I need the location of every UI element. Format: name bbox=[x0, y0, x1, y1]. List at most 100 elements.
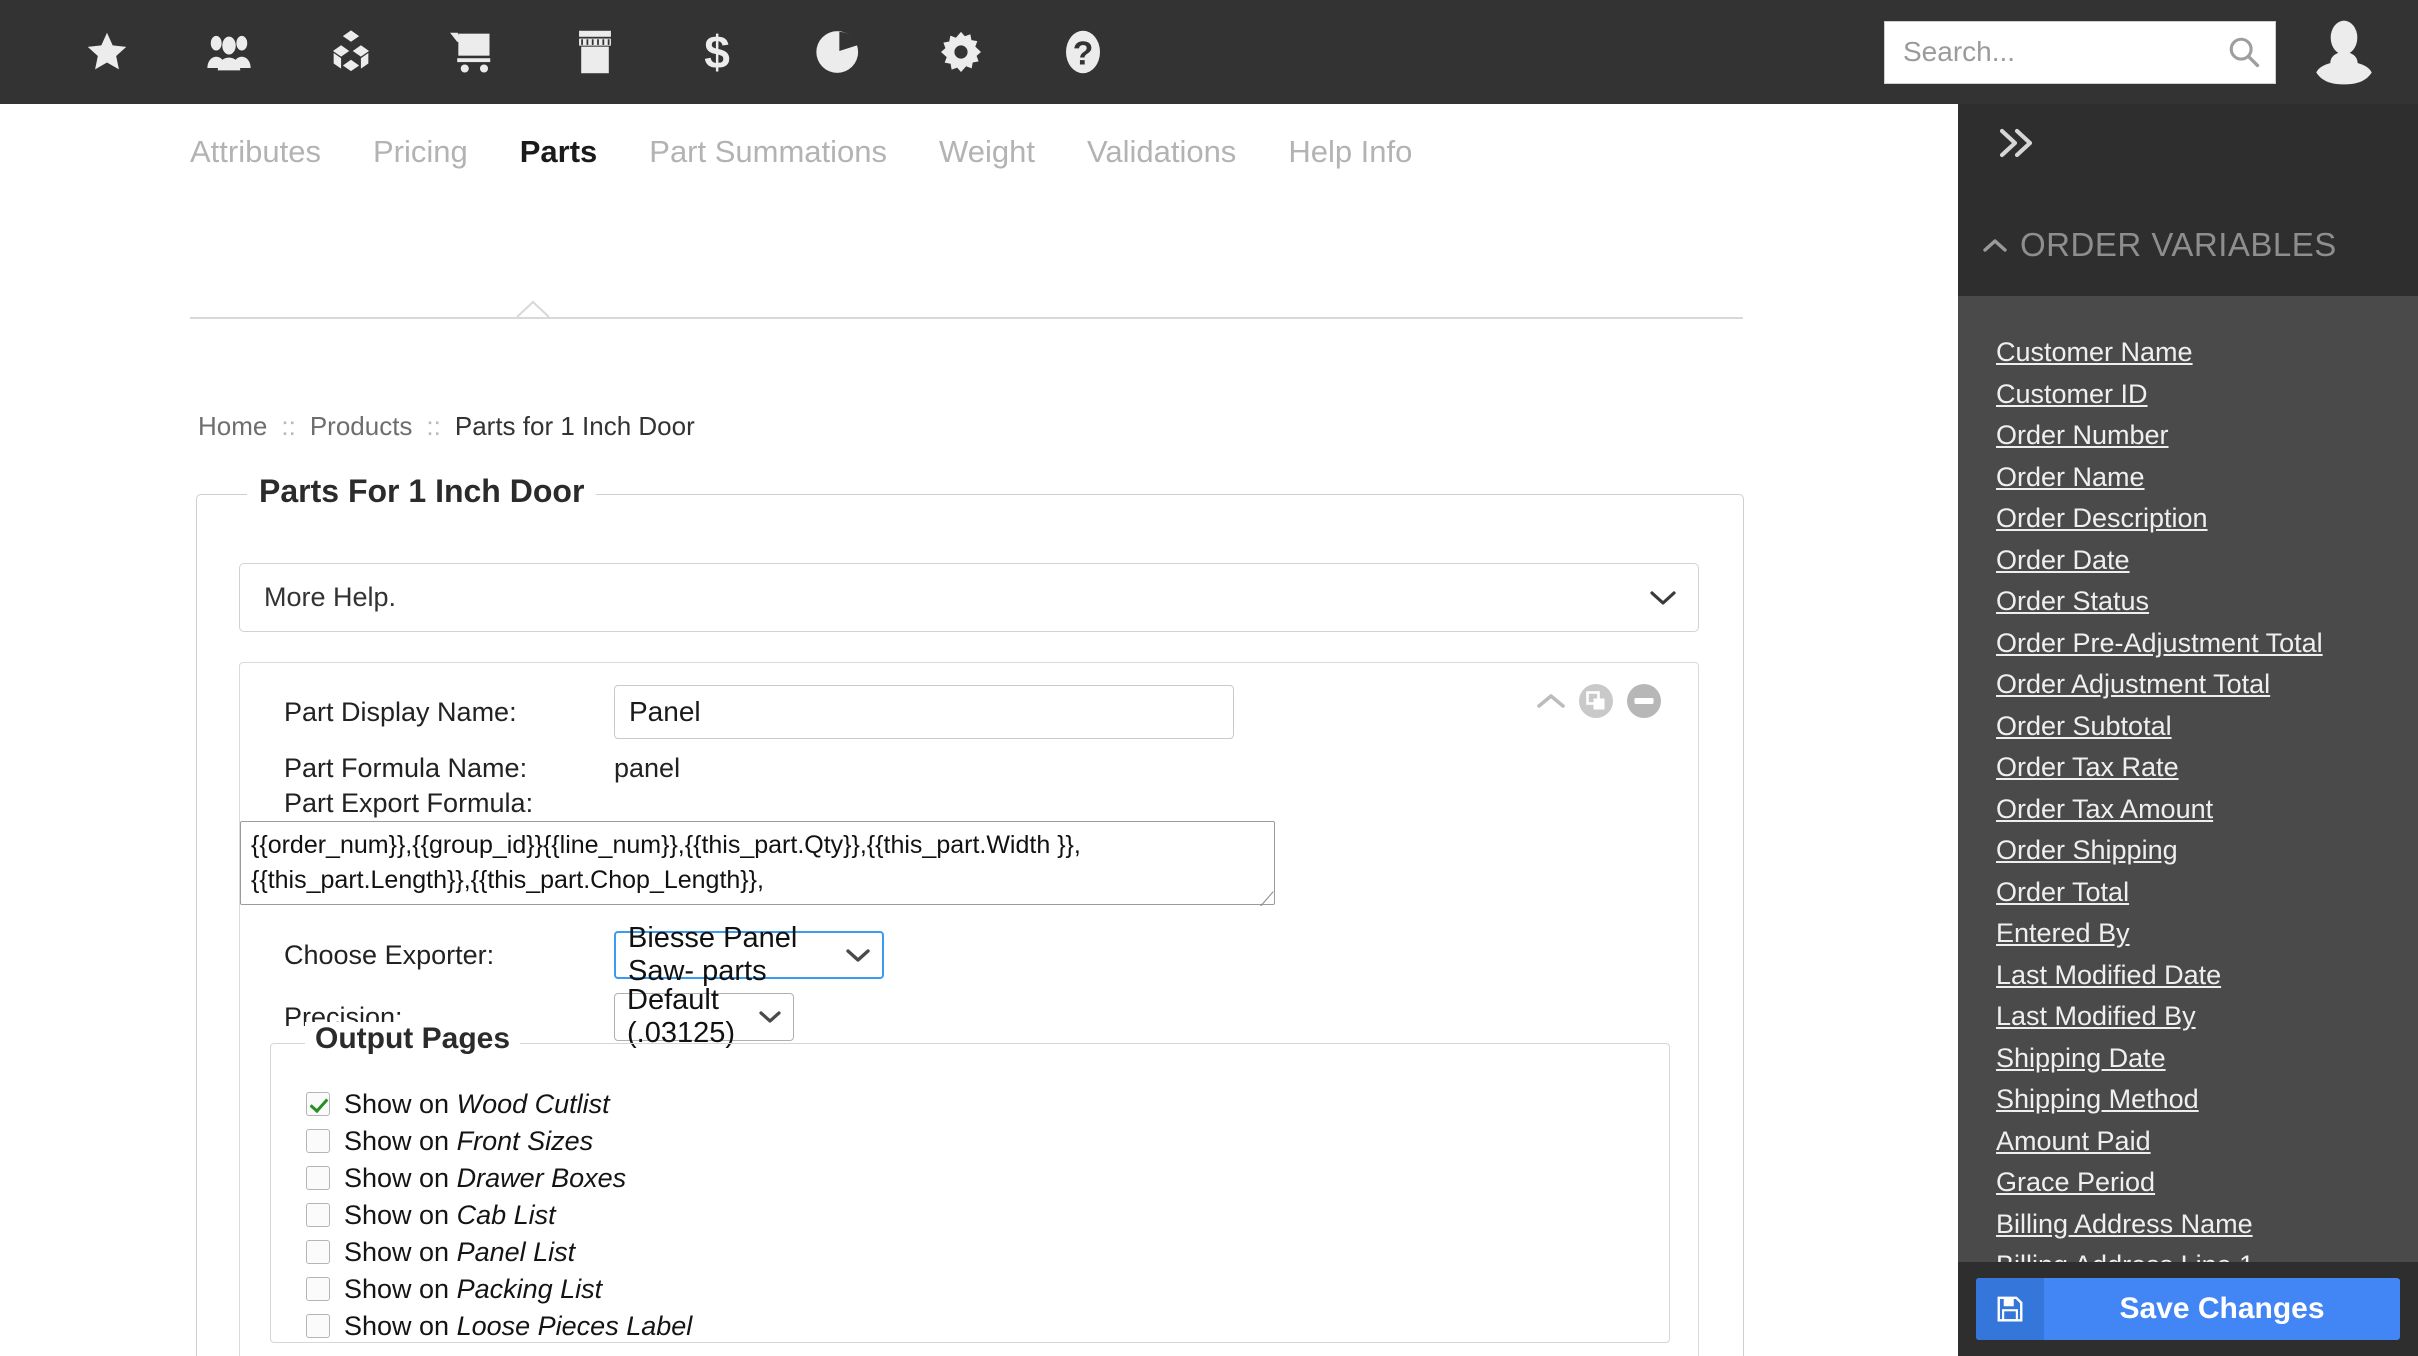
user-avatar-icon[interactable] bbox=[2308, 16, 2380, 88]
list-item[interactable]: Order Name bbox=[1996, 457, 2396, 499]
checkbox-panel-list[interactable] bbox=[306, 1240, 330, 1264]
list-item[interactable]: Order Adjustment Total bbox=[1996, 664, 2396, 706]
part-display-name-input[interactable] bbox=[614, 685, 1234, 739]
breadcrumb-separator: :: bbox=[426, 411, 441, 441]
list-item[interactable]: Order Description bbox=[1996, 498, 2396, 540]
tabs-divider bbox=[190, 317, 1743, 319]
svg-text:?: ? bbox=[1073, 35, 1094, 72]
search-box[interactable] bbox=[1884, 20, 2276, 84]
checkbox-page-name: Panel List bbox=[456, 1236, 576, 1267]
checkbox-prefix: Show on bbox=[344, 1236, 450, 1267]
tab-validations[interactable]: Validations bbox=[1087, 134, 1236, 170]
remove-circle-icon[interactable] bbox=[1626, 683, 1662, 719]
list-item[interactable]: Order Number bbox=[1996, 415, 2396, 457]
checkbox-page-name: Wood Cutlist bbox=[456, 1088, 610, 1119]
checkbox-wood-cutlist[interactable] bbox=[306, 1092, 330, 1116]
list-item[interactable]: Show on Front Sizes bbox=[306, 1123, 692, 1159]
chevron-up-icon[interactable] bbox=[1536, 690, 1566, 712]
gear-icon[interactable] bbox=[900, 0, 1022, 104]
duplicate-icon[interactable] bbox=[1578, 683, 1614, 719]
part-formula-name-label: Part Formula Name: bbox=[284, 753, 528, 783]
checkbox-cab-list[interactable] bbox=[306, 1203, 330, 1227]
list-item[interactable]: Customer ID bbox=[1996, 374, 2396, 416]
part-export-formula-textarea[interactable]: {{order_num}},{{group_id}}{{line_num}},{… bbox=[240, 821, 1275, 905]
sidebar-header: ORDER VARIABLES bbox=[1958, 104, 2418, 296]
checkbox-label: Show on Front Sizes bbox=[344, 1126, 593, 1157]
list-item[interactable]: Show on Wood Cutlist bbox=[306, 1086, 692, 1122]
list-item[interactable]: Order Tax Rate bbox=[1996, 747, 2396, 789]
products-icon[interactable] bbox=[290, 0, 412, 104]
choose-exporter-select[interactable]: Biesse Panel Saw- parts bbox=[614, 922, 884, 987]
more-help-select[interactable]: More Help. bbox=[239, 563, 1699, 632]
precision-value: Default (.03125) bbox=[627, 984, 736, 1049]
breadcrumb-separator: :: bbox=[281, 411, 296, 441]
page-title: Parts For 1 Inch Door bbox=[247, 473, 597, 510]
part-display-name-row: Part Display Name: bbox=[284, 685, 1234, 739]
list-item[interactable]: Entered By bbox=[1996, 913, 2396, 955]
checkbox-page-name: Cab List bbox=[456, 1199, 556, 1230]
tab-attributes[interactable]: Attributes bbox=[190, 134, 321, 170]
breadcrumb-products[interactable]: Products bbox=[310, 411, 413, 442]
list-item[interactable]: Show on Cab List bbox=[306, 1197, 692, 1233]
tab-part-summations[interactable]: Part Summations bbox=[649, 134, 887, 170]
part-editor-panel: Part Display Name: Part Formula Name: pa… bbox=[239, 662, 1699, 1356]
store-icon[interactable] bbox=[534, 0, 656, 104]
tab-help-info[interactable]: Help Info bbox=[1288, 134, 1412, 170]
order-variables-sidebar: ORDER VARIABLES Customer Name Customer I… bbox=[1958, 104, 2418, 1356]
checkbox-front-sizes[interactable] bbox=[306, 1129, 330, 1153]
list-item[interactable]: Order Tax Amount bbox=[1996, 789, 2396, 831]
order-variables-section-toggle[interactable]: ORDER VARIABLES bbox=[1982, 226, 2337, 264]
checkbox-prefix: Show on bbox=[344, 1125, 450, 1156]
save-changes-label: Save Changes bbox=[2119, 1292, 2325, 1325]
checkbox-page-name: Drawer Boxes bbox=[456, 1162, 627, 1193]
chevron-down-icon bbox=[836, 948, 870, 963]
star-icon[interactable] bbox=[46, 0, 168, 104]
pie-chart-icon[interactable] bbox=[778, 0, 900, 104]
choose-exporter-row: Choose Exporter: Biesse Panel Saw- parts bbox=[284, 922, 884, 987]
top-nav-icon-group: $ ? bbox=[46, 0, 1144, 104]
list-item[interactable]: Show on Drawer Boxes bbox=[306, 1160, 692, 1196]
people-icon[interactable] bbox=[168, 0, 290, 104]
double-chevron-right-icon[interactable] bbox=[1996, 126, 2040, 160]
active-tab-chevron-icon bbox=[516, 300, 550, 318]
list-item[interactable]: Show on Packing List bbox=[306, 1271, 692, 1307]
list-item[interactable]: Order Date bbox=[1996, 540, 2396, 582]
checkbox-packing-list[interactable] bbox=[306, 1277, 330, 1301]
list-item[interactable]: Show on Loose Pieces Label bbox=[306, 1308, 692, 1344]
list-item[interactable]: Order Shipping bbox=[1996, 830, 2396, 872]
cart-icon[interactable] bbox=[412, 0, 534, 104]
checkbox-prefix: Show on bbox=[344, 1199, 450, 1230]
search-icon[interactable] bbox=[2227, 35, 2261, 69]
list-item[interactable]: Show on Panel List bbox=[306, 1234, 692, 1270]
checkbox-label: Show on Packing List bbox=[344, 1274, 602, 1305]
list-item[interactable]: Order Total bbox=[1996, 872, 2396, 914]
tab-parts[interactable]: Parts bbox=[520, 134, 598, 170]
checkbox-loose-pieces-label[interactable] bbox=[306, 1314, 330, 1338]
list-item[interactable]: Order Status bbox=[1996, 581, 2396, 623]
precision-select[interactable]: Default (.03125) bbox=[614, 984, 794, 1049]
list-item[interactable]: Shipping Date bbox=[1996, 1038, 2396, 1080]
choose-exporter-label: Choose Exporter: bbox=[284, 939, 495, 970]
checkbox-label: Show on Cab List bbox=[344, 1200, 556, 1231]
list-item[interactable]: Last Modified By bbox=[1996, 996, 2396, 1038]
list-item[interactable]: Billing Address Name bbox=[1996, 1204, 2396, 1246]
output-pages-checkbox-list: Show on Wood Cutlist Show on Front Sizes… bbox=[306, 1086, 692, 1345]
dollar-icon[interactable]: $ bbox=[656, 0, 778, 104]
breadcrumb-home[interactable]: Home bbox=[198, 411, 267, 442]
list-item[interactable]: Shipping Method bbox=[1996, 1079, 2396, 1121]
list-item[interactable]: Last Modified Date bbox=[1996, 955, 2396, 997]
list-item[interactable]: Grace Period bbox=[1996, 1162, 2396, 1204]
list-item[interactable]: Order Pre-Adjustment Total bbox=[1996, 623, 2396, 665]
checkbox-drawer-boxes[interactable] bbox=[306, 1166, 330, 1190]
tab-weight[interactable]: Weight bbox=[939, 134, 1035, 170]
checkbox-label: Show on Wood Cutlist bbox=[344, 1089, 610, 1120]
list-item[interactable]: Customer Name bbox=[1996, 332, 2396, 374]
save-changes-button[interactable]: Save Changes bbox=[1976, 1278, 2400, 1340]
parts-fieldset: Parts For 1 Inch Door More Help. Part Di… bbox=[196, 473, 1744, 1356]
question-mark-icon[interactable]: ? bbox=[1022, 0, 1144, 104]
list-item[interactable]: Amount Paid bbox=[1996, 1121, 2396, 1163]
save-floppy-icon bbox=[1976, 1278, 2044, 1340]
tab-pricing[interactable]: Pricing bbox=[373, 134, 468, 170]
search-input[interactable] bbox=[1885, 21, 2275, 83]
list-item[interactable]: Order Subtotal bbox=[1996, 706, 2396, 748]
